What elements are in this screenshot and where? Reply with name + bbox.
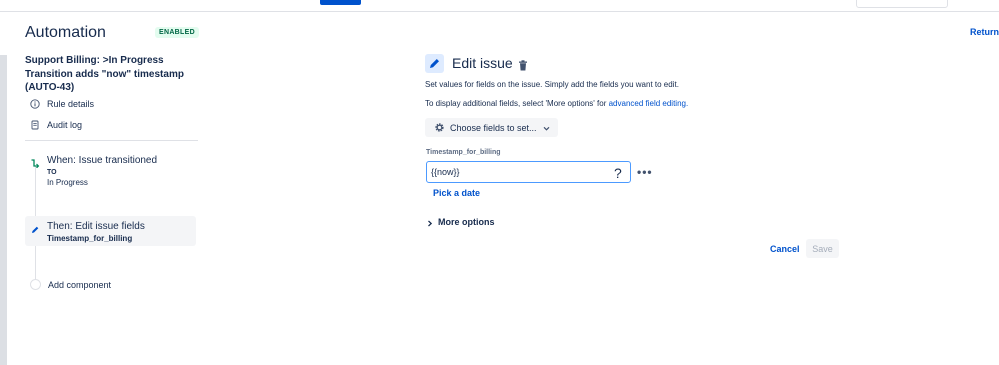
trash-icon[interactable] (518, 58, 528, 71)
more-options-toggle[interactable]: More options (427, 217, 495, 227)
action-field: Timestamp_for_billing (47, 234, 133, 243)
cancel-button[interactable]: Cancel (770, 244, 800, 254)
add-component-dot-icon (30, 279, 41, 290)
gear-icon (434, 122, 445, 133)
return-link[interactable]: Return t (970, 27, 999, 37)
info-icon (30, 99, 40, 109)
status-badge: ENABLED (155, 27, 199, 38)
trigger-to-value: In Progress (47, 178, 88, 187)
add-component-label: Add component (48, 279, 112, 290)
pencil-icon (430, 59, 439, 68)
field-value: {{now}} (431, 167, 460, 177)
edit-icon-box (425, 54, 444, 73)
save-button[interactable]: Save (806, 239, 839, 258)
chevron-right-icon (427, 219, 433, 226)
add-component-button[interactable]: Add component (30, 279, 111, 290)
more-actions-icon[interactable]: ••• (637, 165, 653, 179)
field-label: Timestamp_for_billing (426, 149, 501, 156)
trigger-title: When: Issue transitioned (47, 155, 158, 166)
sidebar-item-label: Rule details (47, 99, 95, 109)
trigger-component[interactable]: When: Issue transitioned TO In Progress (25, 153, 196, 193)
panel-title: Edit issue (452, 55, 513, 71)
action-component[interactable]: Then: Edit issue fields Timestamp_for_bi… (25, 216, 196, 246)
help-text: Set values for fields on the issue. Simp… (425, 80, 679, 89)
active-top-tab-indicator[interactable] (320, 0, 361, 5)
rule-name: Support Billing: >In Progress Transition… (25, 55, 184, 93)
pick-date-link[interactable]: Pick a date (433, 188, 480, 198)
left-scrollbar[interactable] (0, 55, 7, 365)
more-options-label: More options (438, 217, 495, 227)
sidebar-item-label: Audit log (47, 120, 83, 130)
choose-fields-label: Choose fields to set... (450, 122, 537, 133)
help-icon[interactable]: ? (614, 165, 622, 181)
page-title: Automation (25, 24, 106, 41)
top-navigation-bar (0, 0, 999, 12)
timestamp-field-input[interactable]: {{now}} (426, 161, 631, 183)
top-search-input[interactable] (856, 0, 948, 8)
chevron-down-icon (543, 124, 550, 131)
choose-fields-dropdown[interactable]: Choose fields to set... (425, 118, 558, 137)
help-text-advanced: To display additional fields, select 'Mo… (425, 99, 688, 108)
advanced-field-editing-link[interactable]: advanced field editing. (609, 99, 689, 108)
sidebar-item-rule-details[interactable]: Rule details (30, 99, 94, 109)
transition-icon (30, 155, 40, 169)
help-text-prefix: To display additional fields, select 'Mo… (425, 99, 609, 108)
action-title: Then: Edit issue fields (47, 221, 145, 232)
pencil-icon (30, 222, 40, 233)
trigger-to-label: TO (47, 169, 57, 176)
sidebar-item-audit-log[interactable]: Audit log (30, 120, 82, 130)
document-icon (30, 120, 40, 130)
sidebar-divider (25, 140, 198, 141)
